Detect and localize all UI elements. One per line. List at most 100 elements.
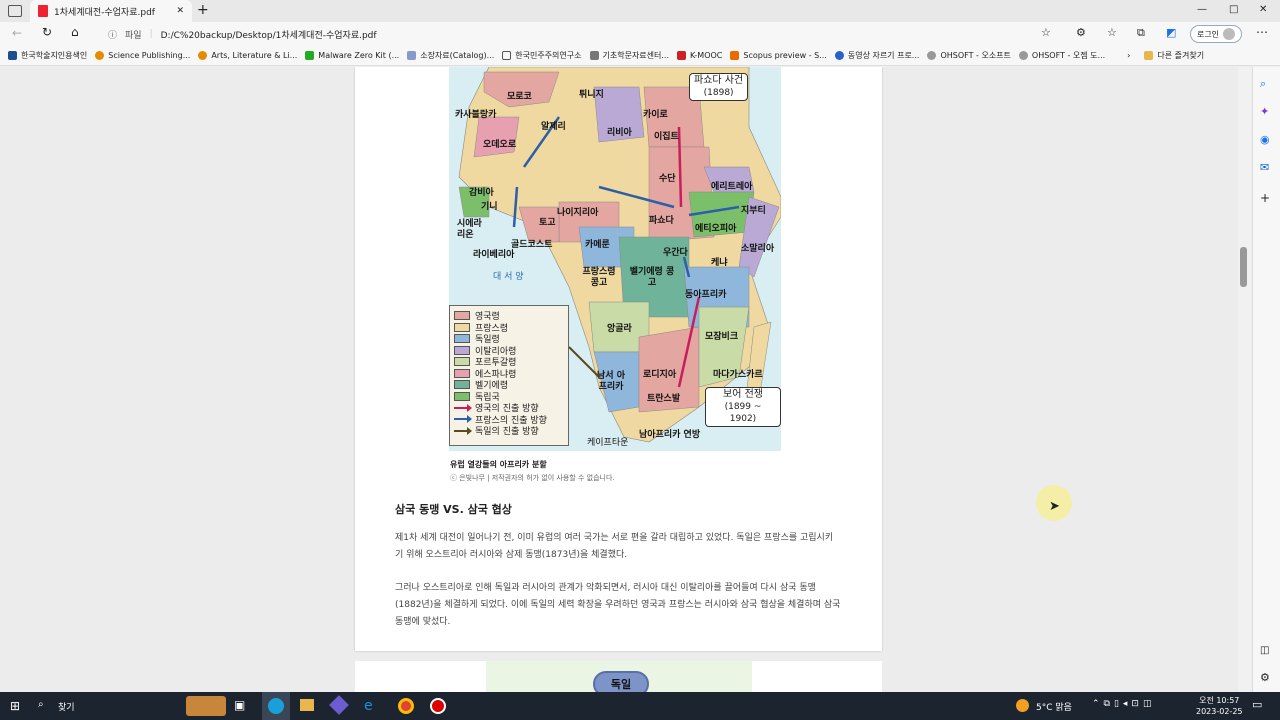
tab-strip: 1차세계대전-수업자료.pdf ✕ + — □ ✕: [0, 0, 1280, 22]
outlook-icon[interactable]: ✉: [1260, 161, 1269, 174]
notification-icon[interactable]: ▭: [1252, 698, 1262, 711]
bookmark-item[interactable]: 한국민주주의연구소: [502, 50, 582, 61]
sparkle-icon[interactable]: ✦: [1260, 105, 1269, 118]
collections-icon[interactable]: ⧉: [1137, 26, 1145, 40]
ocean-label: 대 서 양: [493, 272, 524, 282]
ie-icon[interactable]: e: [364, 698, 373, 714]
maximize-button[interactable]: □: [1229, 4, 1238, 15]
place-label: 모잠비크: [705, 332, 739, 342]
place-label: 앙골라: [607, 324, 632, 334]
place-label: 에티오피아: [695, 224, 737, 234]
paragraph: 제1차 세계 대전이 일어나기 전, 이미 유럽의 여러 국가는 서로 편을 갈…: [395, 533, 834, 560]
clock-date: 2023-02-25: [1196, 707, 1243, 716]
place-label: 프랑스령 콩고: [582, 267, 616, 288]
bookmarks-bar: 한국학술지인용색인 Science Publishing... Arts, Li…: [0, 46, 1280, 66]
home-icon[interactable]: ⌂: [71, 25, 79, 39]
bookmark-item[interactable]: Scopus preview - S...: [730, 51, 827, 60]
bookmark-item[interactable]: OHSOFT - 오소프트: [927, 50, 1011, 61]
refresh-icon[interactable]: ↻: [42, 25, 52, 39]
weather-text[interactable]: 5°C 맑음: [1036, 700, 1072, 713]
bookmark-item[interactable]: 소장자료(Catalog)...: [407, 50, 494, 61]
place-label: 카메룬: [585, 240, 610, 250]
bookmark-item[interactable]: OHSOFT - 오젬 도...: [1018, 50, 1105, 61]
bookmark-item[interactable]: Arts, Literature & Li...: [198, 51, 297, 60]
bookmark-icon: [407, 51, 417, 60]
favorite-star-icon[interactable]: ☆: [1041, 26, 1051, 39]
place-label: 알제리: [541, 122, 566, 132]
tab-active[interactable]: 1차세계대전-수업자료.pdf ✕: [30, 0, 192, 22]
place-label: 로디지아: [643, 370, 677, 380]
address-bar[interactable]: ⓘ 파일 | D:/C%20backup/Desktop/1차세계대전-수업자료…: [100, 24, 1070, 44]
url-text[interactable]: D:/C%20backup/Desktop/1차세계대전-수업자료.pdf: [161, 28, 377, 41]
page-icon: [502, 51, 512, 60]
legend-swatch: [454, 380, 470, 390]
windows-start-icon[interactable]: ⊞: [10, 699, 20, 713]
map-legend: 영국령 프랑스령 독일령 이탈리아령 포르투갈령 에스파냐령 벨기에령 독립국 영국의 진출 방…: [449, 305, 569, 446]
arrow-icon: [454, 415, 472, 424]
settings-icon[interactable]: ⚙: [1260, 671, 1270, 684]
new-tab-button[interactable]: +: [197, 2, 209, 18]
favorites-icon[interactable]: ☆: [1107, 26, 1117, 39]
chrome-icon[interactable]: [398, 698, 414, 714]
legend-swatch: [454, 357, 470, 367]
bookmark-item[interactable]: 한국학술지인용색인: [8, 50, 87, 61]
place-label: 골드코스트: [511, 240, 553, 250]
more-menu-icon[interactable]: ⋯: [1256, 25, 1268, 39]
bookmark-item[interactable]: 기초학문자료센터...: [589, 50, 669, 61]
bookmark-item[interactable]: Malware Zero Kit (...: [305, 51, 399, 60]
scrollbar[interactable]: [1238, 67, 1250, 692]
place-label: 카이로: [643, 110, 668, 120]
place-label: 케이프타운: [587, 438, 629, 448]
bookmark-item[interactable]: Science Publishing...: [95, 51, 190, 60]
bookmark-item[interactable]: K-MOOC: [677, 51, 722, 60]
system-tray-icons[interactable]: ⌃⧉▯◂⊡◫: [1092, 699, 1155, 709]
pdf-viewer[interactable]: 모로코 튀니지 카사블랑카 알제리 카이로 이집트 리비아 오데오로 수단 에리…: [0, 67, 1250, 692]
place-label: 지부티: [741, 206, 766, 216]
minimize-button[interactable]: —: [1197, 4, 1207, 15]
clock-time: 오전 10:57: [1199, 696, 1240, 705]
extensions-icon[interactable]: ⚙: [1076, 26, 1086, 39]
app-icon[interactable]: [329, 695, 349, 715]
search-highlight-image: [186, 696, 226, 716]
other-favorites[interactable]: 다른 즐겨찾기: [1144, 50, 1204, 61]
taskbar-app-active[interactable]: [262, 692, 290, 720]
place-label: 나이지리아: [557, 208, 599, 218]
place-label: 우간다: [663, 248, 688, 258]
file-explorer-icon[interactable]: [300, 699, 314, 711]
login-label: 로그인: [1196, 29, 1220, 39]
bookmark-icon: [8, 51, 17, 60]
close-tab-icon[interactable]: ✕: [176, 6, 184, 16]
info-icon: ⓘ: [108, 30, 118, 41]
place-label: 감비아: [469, 188, 494, 198]
login-button[interactable]: 로그인: [1190, 25, 1242, 43]
map-caption: 유럽 열강들의 아프리카 분할: [450, 460, 547, 469]
fashoda-callout: 파쇼다 사건 (1898): [689, 73, 749, 101]
bookmark-item[interactable]: 동영상 자르기 프로...: [834, 50, 919, 61]
task-view-icon[interactable]: ▣: [234, 698, 245, 712]
legend-swatch: [454, 311, 470, 321]
taskbar-search[interactable]: 찾기: [58, 700, 75, 713]
scrollbar-thumb[interactable]: [1240, 247, 1247, 287]
place-label: 토고: [539, 218, 556, 228]
paragraph: 그러나 오스트리아로 인해 독일과 러시아의 관계가 악화되면서, 러시아 대신…: [395, 583, 841, 627]
record-icon[interactable]: [430, 698, 446, 714]
copilot-icon[interactable]: ◩: [1166, 26, 1176, 39]
office-icon[interactable]: ◉: [1260, 133, 1270, 146]
bookmark-icon: [95, 51, 105, 60]
clock[interactable]: 오전 10:57 2023-02-25: [1196, 695, 1243, 717]
search-icon[interactable]: ⌕: [1260, 77, 1266, 91]
legend-label: 독일의 진출 방향: [475, 427, 539, 438]
back-icon[interactable]: ←: [12, 26, 22, 40]
legend-swatch: [454, 391, 470, 401]
bookmarks-overflow-icon[interactable]: ›: [1127, 51, 1130, 60]
close-window-button[interactable]: ✕: [1259, 4, 1267, 15]
tab-actions-icon[interactable]: [8, 5, 22, 17]
place-label: 이집트: [654, 132, 679, 142]
add-icon[interactable]: +: [1260, 191, 1270, 205]
place-label: 남아프리카 연방: [639, 430, 701, 440]
place-label: 모로코: [507, 92, 532, 102]
place-label: 라이베리아: [473, 250, 515, 260]
bookmark-icon: [927, 51, 937, 60]
place-label: 남서 아프리카: [597, 371, 625, 392]
sidebar-toggle-icon[interactable]: ◫: [1260, 645, 1269, 656]
